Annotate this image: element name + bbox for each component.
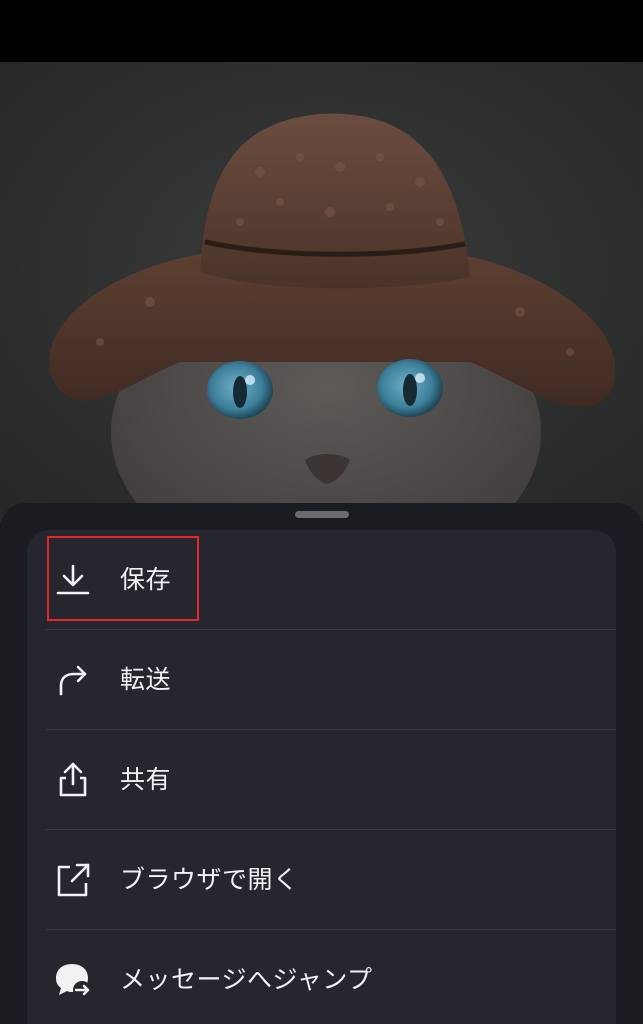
- cat-photo-illustration: [0, 62, 643, 524]
- jump-to-message-icon: [53, 960, 93, 1000]
- screen: 保存 転送 共有 ブラウザで開く メッセージへジャンプ: [0, 0, 643, 1024]
- menu-item-save[interactable]: 保存: [27, 530, 616, 629]
- menu-item-label: メッセージへジャンプ: [120, 965, 373, 994]
- share-icon: [53, 760, 93, 800]
- menu-item-label: 保存: [120, 565, 172, 594]
- menu-item-jump-to-message[interactable]: メッセージへジャンプ: [27, 930, 616, 1024]
- download-icon: [53, 560, 93, 600]
- menu-item-label: ブラウザで開く: [120, 865, 299, 894]
- status-bar: [0, 0, 643, 62]
- menu-item-share[interactable]: 共有: [27, 730, 616, 829]
- menu-item-open-in-browser[interactable]: ブラウザで開く: [27, 830, 616, 929]
- menu-item-label: 転送: [120, 665, 172, 694]
- menu-item-label: 共有: [120, 765, 172, 794]
- sheet-grabber-handle[interactable]: [295, 511, 349, 518]
- menu-item-forward[interactable]: 転送: [27, 630, 616, 729]
- action-menu: 保存 転送 共有 ブラウザで開く メッセージへジャンプ: [27, 530, 616, 1024]
- media-preview-image[interactable]: [0, 62, 643, 524]
- open-external-icon: [53, 860, 93, 900]
- forward-arrow-icon: [53, 660, 93, 700]
- action-sheet: 保存 転送 共有 ブラウザで開く メッセージへジャンプ: [0, 503, 643, 1024]
